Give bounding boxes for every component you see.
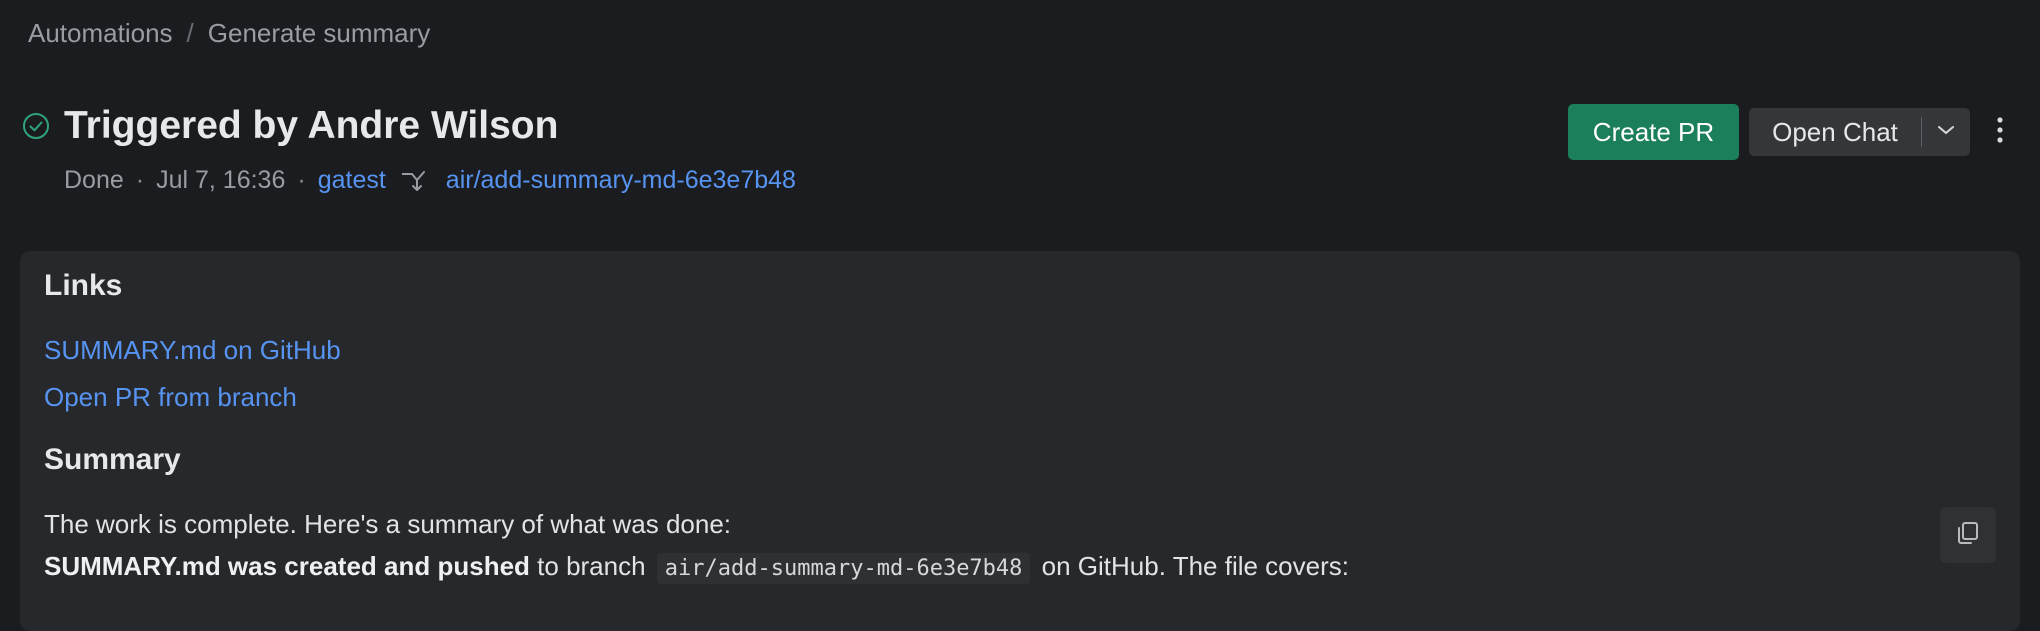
timestamp: Jul 7, 16:36 xyxy=(156,166,286,194)
summary-intro-text: The work is complete. Here's a summary o… xyxy=(44,509,732,539)
summary-md-github-link[interactable]: SUMMARY.md on GitHub xyxy=(44,335,341,366)
repo-link[interactable]: gatest xyxy=(318,166,386,195)
copy-button[interactable] xyxy=(1940,507,1996,563)
open-chat-split-button: Open Chat xyxy=(1749,108,1970,156)
meta-separator: · xyxy=(297,166,306,194)
page-title: Triggered by Andre Wilson xyxy=(64,104,559,147)
run-meta: Done · Jul 7, 16:36 · gatest air/add-sum… xyxy=(64,166,796,195)
summary-detail-line: SUMMARY.md was created and pushed to bra… xyxy=(44,551,1349,584)
summary-panel: Links SUMMARY.md on GitHub Open PR from … xyxy=(20,251,2020,631)
status-text: Done xyxy=(64,166,124,194)
open-pr-from-branch-link[interactable]: Open PR from branch xyxy=(44,382,297,413)
branch-link[interactable]: air/add-summary-md-6e3e7b48 xyxy=(446,166,796,195)
summary-heading: Summary xyxy=(44,443,181,476)
copy-icon xyxy=(1954,519,1982,552)
breadcrumb: Automations / Generate summary xyxy=(28,18,430,49)
open-chat-dropdown-button[interactable] xyxy=(1922,108,1970,156)
breadcrumb-current: Generate summary xyxy=(207,18,431,48)
meta-separator: · xyxy=(135,166,145,194)
summary-text-post: on GitHub. The file covers: xyxy=(1041,551,1349,581)
create-pr-button[interactable]: Create PR xyxy=(1568,104,1739,160)
branch-icon xyxy=(400,168,430,194)
breadcrumb-automations[interactable]: Automations xyxy=(28,18,173,49)
more-vertical-icon xyxy=(1996,116,2004,149)
breadcrumb-separator: / xyxy=(186,18,194,48)
chevron-down-icon xyxy=(1936,123,1956,141)
branch-code: air/add-summary-md-6e3e7b48 xyxy=(656,553,1031,584)
links-heading: Links xyxy=(44,269,123,302)
summary-text-pre: to branch xyxy=(537,551,646,581)
more-options-button[interactable] xyxy=(1986,114,2014,150)
summary-bold-text: SUMMARY.md was created and pushed xyxy=(44,551,530,581)
check-circle-icon xyxy=(22,112,50,140)
open-chat-button[interactable]: Open Chat xyxy=(1749,108,1921,156)
